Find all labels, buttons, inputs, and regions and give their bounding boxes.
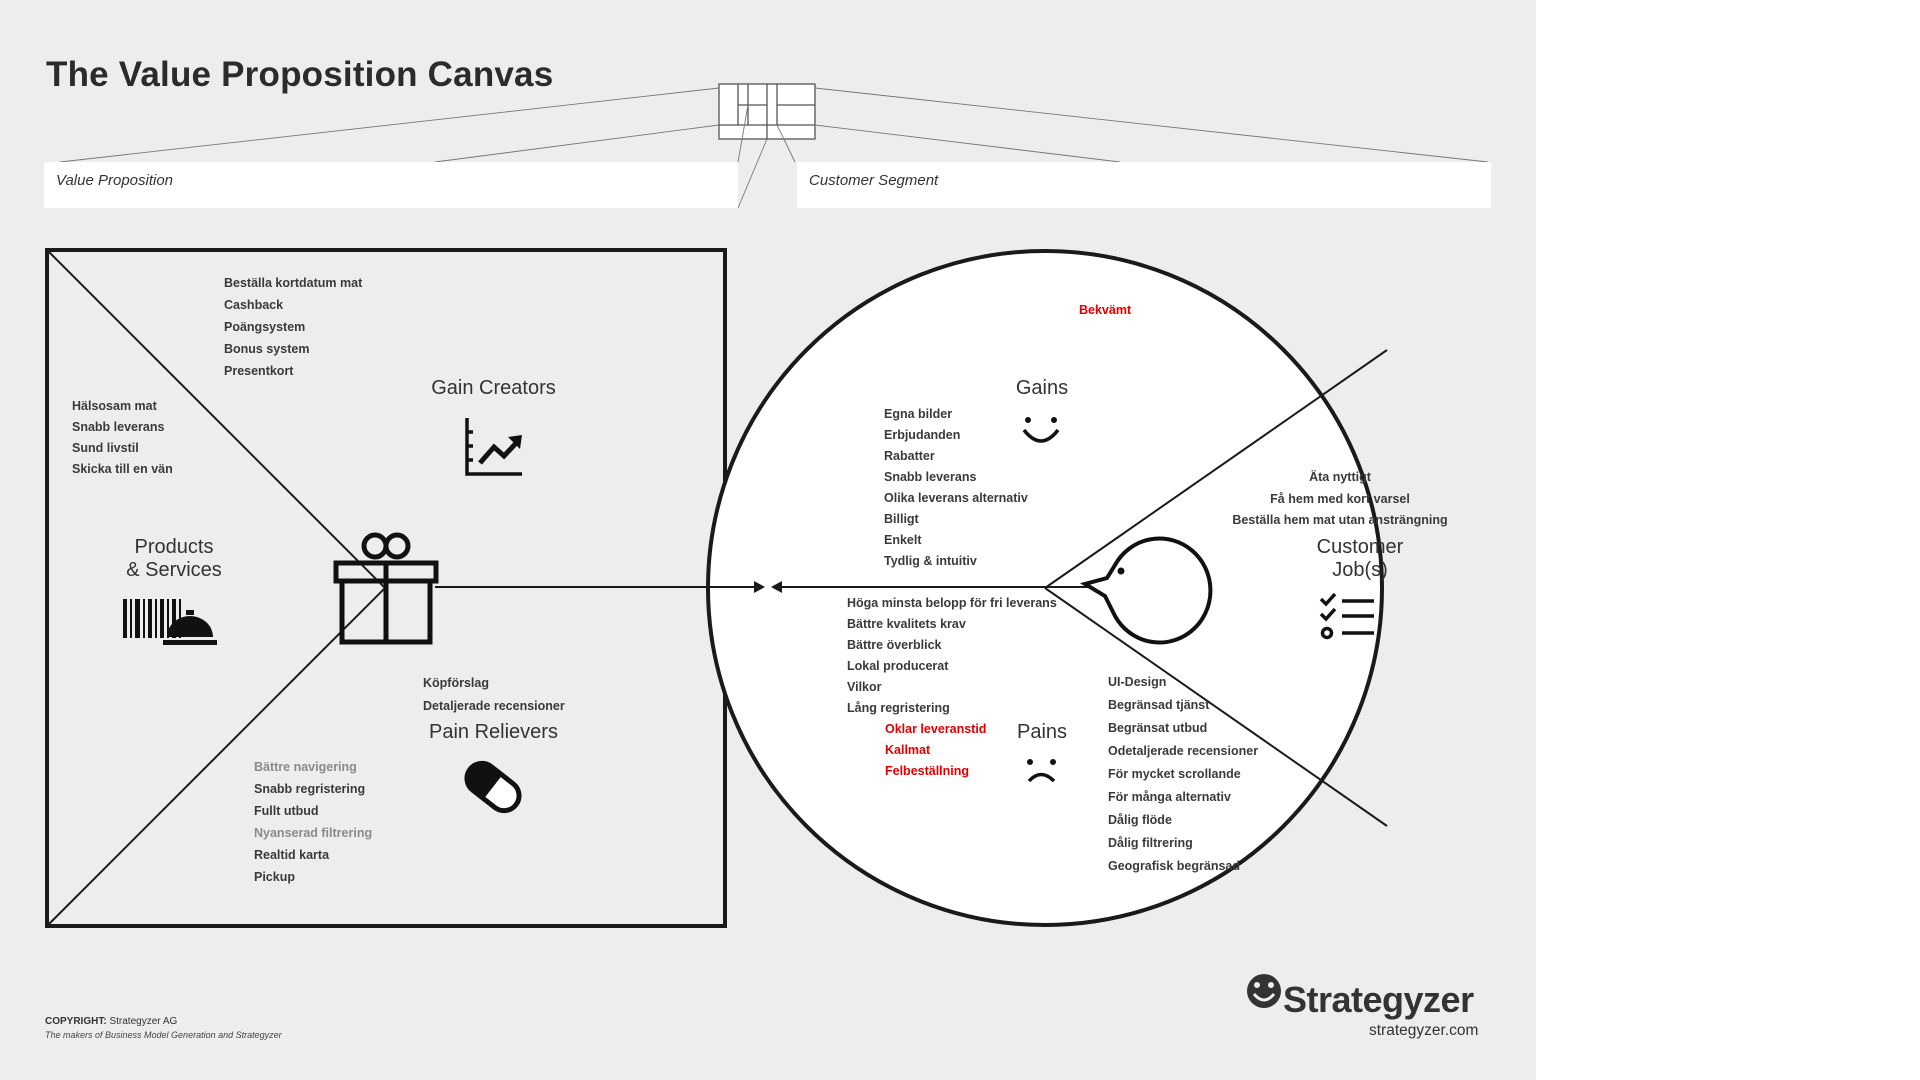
copyright-label: COPYRIGHT:	[45, 1016, 107, 1027]
customer-jobs-heading-line1: Customer	[1316, 536, 1404, 558]
pain-item: Bättre kvalitets krav	[847, 617, 966, 631]
pain-reliever-item: Pickup	[254, 870, 295, 884]
pain-item: Geografisk begränsad	[1108, 859, 1240, 873]
customer-jobs-list: Äta nyttigt Få hem med kort varsel Beställ…	[1230, 467, 1450, 532]
pain-item: För mycket scrollande	[1108, 767, 1241, 781]
product-service-item: Sund livstil	[72, 441, 139, 455]
customer-jobs-heading-line2: Job(s)	[1332, 559, 1388, 581]
gain-creator-item: Poängsystem	[224, 320, 306, 334]
pains-highlight-list: Oklar leveranstid Kallmat Felbeställning	[885, 719, 986, 782]
gain-item: Snabb leverans	[884, 470, 977, 484]
pain-item: Odetaljerade recensioner	[1108, 744, 1259, 758]
gain-item: Billigt	[884, 512, 919, 526]
gain-creator-item: Beställa kortdatum mat	[224, 276, 363, 290]
pain-item: UI-Design	[1108, 675, 1167, 689]
pain-item: Vilkor	[847, 680, 882, 694]
gains-heading: Gains	[1015, 377, 1069, 399]
copyright-owner: Strategyzer AG	[109, 1016, 178, 1027]
customer-job-item: Beställa hem mat utan ansträngning	[1232, 513, 1448, 527]
pain-item: Begränsat utbud	[1108, 721, 1208, 735]
gain-creator-item: Presentkort	[224, 364, 294, 378]
pain-item: Dålig filtrering	[1108, 836, 1193, 850]
products-services-heading: Products & Services	[99, 536, 249, 582]
copyright: COPYRIGHT: Strategyzer AG	[45, 1016, 177, 1027]
pain-item-highlight: Felbeställning	[885, 764, 970, 778]
canvas-sheet: The Value Proposition Canvas Value Propo…	[0, 0, 1536, 1080]
value-proposition-box: Value Proposition	[44, 162, 738, 208]
gain-creators-list: Beställa kortdatum mat Cashback Poängsyste…	[224, 272, 362, 382]
product-service-item: Skicka till en vän	[72, 462, 173, 476]
gain-item: Egna bilder	[884, 407, 953, 421]
pain-reliever-item: Nyanserad filtrering	[254, 826, 373, 840]
tagline: The makers of Business Model Generation …	[45, 1030, 282, 1040]
pains-right-list: UI-Design Begränsad tjänst Begränsat utbud…	[1108, 671, 1258, 878]
pain-item: För många alternativ	[1108, 790, 1231, 804]
gain-creator-item: Bonus system	[224, 342, 310, 356]
brand-url: strategyzer.com	[1369, 1022, 1479, 1039]
products-services-heading-line2: & Services	[126, 559, 222, 581]
pain-item: Lång regristering	[847, 701, 950, 715]
brand-name: Strategyzer	[1283, 979, 1474, 1020]
pain-relievers-list: Bättre navigering Snabb regristering Fullt…	[254, 756, 372, 888]
customer-segment-label: Customer Segment	[809, 172, 939, 189]
gain-creator-item: Cashback	[224, 298, 284, 312]
pain-item-highlight: Kallmat	[885, 743, 931, 757]
pain-reliever-item: Köpförslag	[423, 676, 489, 690]
canvas-thumbnail-icon	[718, 83, 816, 140]
gain-item: Enkelt	[884, 533, 922, 547]
product-service-item: Snabb leverans	[72, 420, 165, 434]
pain-reliever-item: Realtid karta	[254, 848, 330, 862]
pain-item: Dålig flöde	[1108, 813, 1172, 827]
gain-item: Rabatter	[884, 449, 935, 463]
pain-item: Höga minsta belopp för fri leverans	[847, 596, 1057, 610]
pain-item: Bättre överblick	[847, 638, 942, 652]
pains-heading: Pains	[1016, 721, 1068, 743]
gain-item: Erbjudanden	[884, 428, 961, 442]
pain-relievers-heading: Pain Relievers	[429, 721, 558, 743]
customer-segment-box: Customer Segment	[797, 162, 1491, 208]
pain-item-highlight: Oklar leveranstid	[885, 722, 987, 736]
gains-highlight: Bekvämt	[1079, 303, 1132, 317]
gains-list: Egna bilder Erbjudanden Rabatter Snabb leve…	[884, 404, 1028, 572]
customer-jobs-heading: Customer Job(s)	[1285, 536, 1435, 582]
pain-reliever-item: Snabb regristering	[254, 782, 366, 796]
product-service-item: Hälsosam mat	[72, 399, 157, 413]
pains-left-list: Höga minsta belopp för fri leverans Bättr…	[847, 593, 1057, 719]
customer-job-item: Få hem med kort varsel	[1270, 491, 1410, 506]
gain-creators-heading: Gain Creators	[431, 377, 556, 399]
products-services-heading-line1: Products	[134, 536, 214, 558]
gain-item: Tydlig & intuitiv	[884, 554, 977, 568]
pain-item: Lokal producerat	[847, 659, 949, 673]
pain-reliever-item: Fullt utbud	[254, 804, 319, 818]
page-title: The Value Proposition Canvas	[46, 55, 554, 94]
value-proposition-label: Value Proposition	[56, 172, 174, 189]
gain-item: Olika leverans alternativ	[884, 491, 1028, 505]
products-services-list: Hälsosam mat Snabb leverans Sund livstil Sk…	[72, 396, 173, 480]
pain-reliever-item: Detaljerade recensioner	[423, 699, 565, 713]
pain-item: Begränsad tjänst	[1108, 698, 1210, 712]
pain-reliever-item: Bättre navigering	[254, 760, 357, 774]
pain-relievers-top-list: Köpförslag Detaljerade recensioner	[423, 672, 565, 718]
customer-job-item: Äta nyttigt	[1309, 470, 1371, 484]
